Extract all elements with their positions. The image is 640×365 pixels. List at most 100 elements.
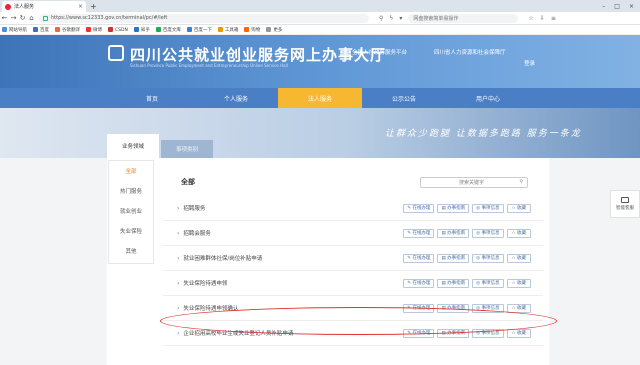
edit-icon: ✎ <box>407 280 411 286</box>
guide-icon: ▤ <box>441 205 446 211</box>
row-button-star[interactable]: ☆ 收藏 <box>506 203 531 213</box>
browser-search-input[interactable]: 网盘搜索简单易操作 <box>408 13 519 23</box>
minimize-icon[interactable]: – <box>602 3 605 10</box>
edit-icon: ✎ <box>407 230 411 236</box>
expand-arrow-icon[interactable]: › <box>177 305 179 312</box>
row-button-info[interactable]: ◎ 事项信息 <box>472 203 504 213</box>
star-icon: ☆ <box>511 205 516 211</box>
row-button-edit[interactable]: ✎ 在线办理 <box>403 203 435 213</box>
star-icon: ☆ <box>511 280 516 286</box>
keyword-placeholder: 搜索关键字 <box>459 179 485 186</box>
row-button-guide[interactable]: ▤ 办事指南 <box>437 203 470 213</box>
lightning-icon[interactable]: ϟ <box>389 15 393 22</box>
close-window-icon[interactable]: × <box>629 3 634 10</box>
login-link[interactable]: 登录 <box>524 59 535 67</box>
row-button-guide[interactable]: ▤ 办事指南 <box>437 253 470 263</box>
info-icon: ◎ <box>476 205 481 211</box>
nav-item-corporate[interactable]: 法人服务 <box>278 88 362 108</box>
sidebar-item-hot[interactable]: 热门服务 <box>109 181 153 201</box>
maximize-icon[interactable]: □ <box>614 3 620 10</box>
url-input[interactable]: https://www.sc12333.gov.cn/terminal/pc/#… <box>39 13 369 23</box>
guide-icon: ▤ <box>441 255 446 261</box>
bookmark-item[interactable]: 百度文库 <box>155 26 181 33</box>
service-name[interactable]: 招聘服务 <box>183 204 373 212</box>
service-name[interactable]: 招聘会服务 <box>183 229 373 237</box>
tab-business-field[interactable]: 业务领域 <box>107 134 159 158</box>
row-button-guide[interactable]: ▤ 办事指南 <box>437 278 470 288</box>
sidebar-item-employment[interactable]: 就业创业 <box>109 201 153 221</box>
info-icon: ◎ <box>476 230 481 236</box>
dropdown-icon[interactable]: ▾ <box>399 15 402 22</box>
bookmark-item[interactable]: 更多 <box>266 26 282 33</box>
downloads-icon[interactable]: ⇩ <box>540 15 545 22</box>
header-link-national[interactable]: 全国人社政务服务平台 <box>352 48 407 56</box>
favorites-icon[interactable]: ☆ <box>528 15 533 22</box>
bookmark-item[interactable]: CSDN <box>108 26 128 33</box>
back-icon[interactable]: ← <box>0 14 9 22</box>
bookmark-item[interactable]: 网站导航 <box>2 26 27 33</box>
site-banner: 四川公共就业创业服务网上办事大厅 Sichuan Province Public… <box>0 35 640 88</box>
sidebar-item-all[interactable]: 全部 <box>109 161 153 181</box>
sidebar-item-other[interactable]: 其他 <box>109 241 153 261</box>
row-button-star[interactable]: ☆ 收藏 <box>506 278 531 288</box>
bookmark-item[interactable]: 谷歌翻译 <box>55 26 80 33</box>
service-name[interactable]: 就业困难群体社保/岗位补贴申请 <box>183 254 373 262</box>
expand-arrow-icon[interactable]: › <box>177 230 179 237</box>
category-tabs: 业务领域 事项类别 <box>107 134 213 158</box>
row-button-edit[interactable]: ✎ 在线办理 <box>403 278 435 288</box>
sidebar-item-unemployment[interactable]: 失业保险 <box>109 221 153 241</box>
nav-item-user-center[interactable]: 用户中心 <box>446 88 530 108</box>
zoom-icon[interactable]: ⚲ <box>379 15 383 22</box>
address-bar: ← → ↻ ⌂ https://www.sc12333.gov.cn/termi… <box>0 12 640 25</box>
reload-icon[interactable]: ↻ <box>18 14 27 22</box>
close-tab-icon[interactable]: × <box>78 3 83 10</box>
tab-item-category[interactable]: 事项类别 <box>161 140 213 158</box>
new-tab-icon[interactable]: + <box>90 2 97 11</box>
bookmark-item[interactable]: 知乎 <box>133 26 150 33</box>
expand-arrow-icon[interactable]: › <box>177 255 179 262</box>
forward-icon[interactable]: → <box>9 14 18 22</box>
edit-icon: ✎ <box>407 255 411 261</box>
browser-search-placeholder: 网盘搜索简单易操作 <box>413 15 459 22</box>
nav-item-home[interactable]: 首页 <box>110 88 194 108</box>
row-button-guide[interactable]: ▤ 办事指南 <box>437 228 470 238</box>
nav-item-personal[interactable]: 个人服务 <box>194 88 278 108</box>
bookmark-item[interactable]: 购物 <box>244 26 260 33</box>
list-heading: 全部 <box>181 178 195 186</box>
row-button-star[interactable]: ☆ 收藏 <box>506 253 531 263</box>
bookmark-item[interactable]: 百度一下 <box>186 26 212 33</box>
browser-tab[interactable]: 法人服务 × <box>2 1 86 12</box>
expand-arrow-icon[interactable]: › <box>177 330 179 337</box>
expand-arrow-icon[interactable]: › <box>177 205 179 212</box>
row-button-edit[interactable]: ✎ 在线办理 <box>403 228 435 238</box>
lock-icon <box>43 15 48 21</box>
sidebar: 全部 热门服务 就业创业 失业保险 其他 <box>108 160 154 264</box>
row-button-info[interactable]: ◎ 事项信息 <box>472 228 504 238</box>
bookmarks-bar: 网站导航 百度 谷歌翻译 微博 CSDN 知乎 百度文库 百度一下 工具箱 购物… <box>0 25 640 35</box>
bookmark-item[interactable]: 微博 <box>86 26 102 33</box>
menu-icon[interactable]: ≡ <box>551 15 556 22</box>
nav-item-notices[interactable]: 公示公告 <box>362 88 446 108</box>
row-button-info[interactable]: ◎ 事项信息 <box>472 278 504 288</box>
home-icon[interactable]: ⌂ <box>27 14 36 22</box>
star-icon: ☆ <box>511 255 516 261</box>
search-icon[interactable]: ⚲ <box>519 179 523 185</box>
browser-tools: ⚲ ϟ ▾ <box>379 15 402 22</box>
expand-arrow-icon[interactable]: › <box>177 280 179 287</box>
header-link-province[interactable]: 四川省人力资源和社会保障厅 <box>434 48 506 56</box>
row-button-edit[interactable]: ✎ 在线办理 <box>403 253 435 263</box>
row-button-star[interactable]: ☆ 收藏 <box>506 228 531 238</box>
chat-icon <box>621 197 629 203</box>
edit-icon: ✎ <box>407 205 411 211</box>
table-row: › 失业保险待遇申领 ✎ 在线办理 ▤ 办事指南 ◎ 事项信息 ☆ 收藏 <box>163 271 543 296</box>
smart-service-widget[interactable]: 智能客服 <box>610 190 640 218</box>
row-button-info[interactable]: ◎ 事项信息 <box>472 253 504 263</box>
bookmark-item[interactable]: 百度 <box>33 26 49 33</box>
bookmark-item[interactable]: 工具箱 <box>217 26 238 33</box>
table-row: › 招聘会服务 ✎ 在线办理 ▤ 办事指南 ◎ 事项信息 ☆ 收藏 <box>163 221 543 246</box>
main-nav: 首页 个人服务 法人服务 公示公告 用户中心 <box>0 88 640 108</box>
info-icon: ◎ <box>476 255 481 261</box>
highlight-annotation <box>160 307 557 335</box>
keyword-search-input[interactable]: 搜索关键字 ⚲ <box>420 176 528 188</box>
service-name[interactable]: 失业保险待遇申领 <box>183 279 373 287</box>
